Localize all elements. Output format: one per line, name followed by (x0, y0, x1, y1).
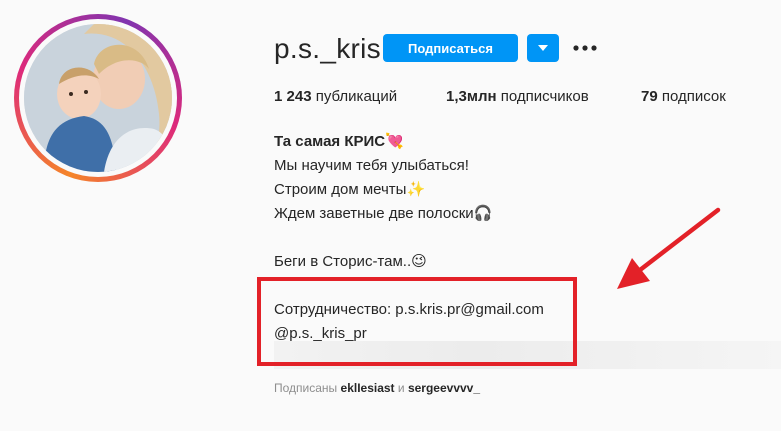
follower-account[interactable]: eklIesiast (341, 381, 395, 395)
follower-account[interactable]: sergeevvvv_ (408, 381, 480, 395)
annotation-arrow-icon (617, 207, 721, 289)
followed-by[interactable]: Подписаны eklIesiast и sergeevvvv_ (274, 381, 480, 395)
followed-by-prefix: Подписаны (274, 381, 338, 395)
followed-by-joiner: и (397, 381, 405, 395)
